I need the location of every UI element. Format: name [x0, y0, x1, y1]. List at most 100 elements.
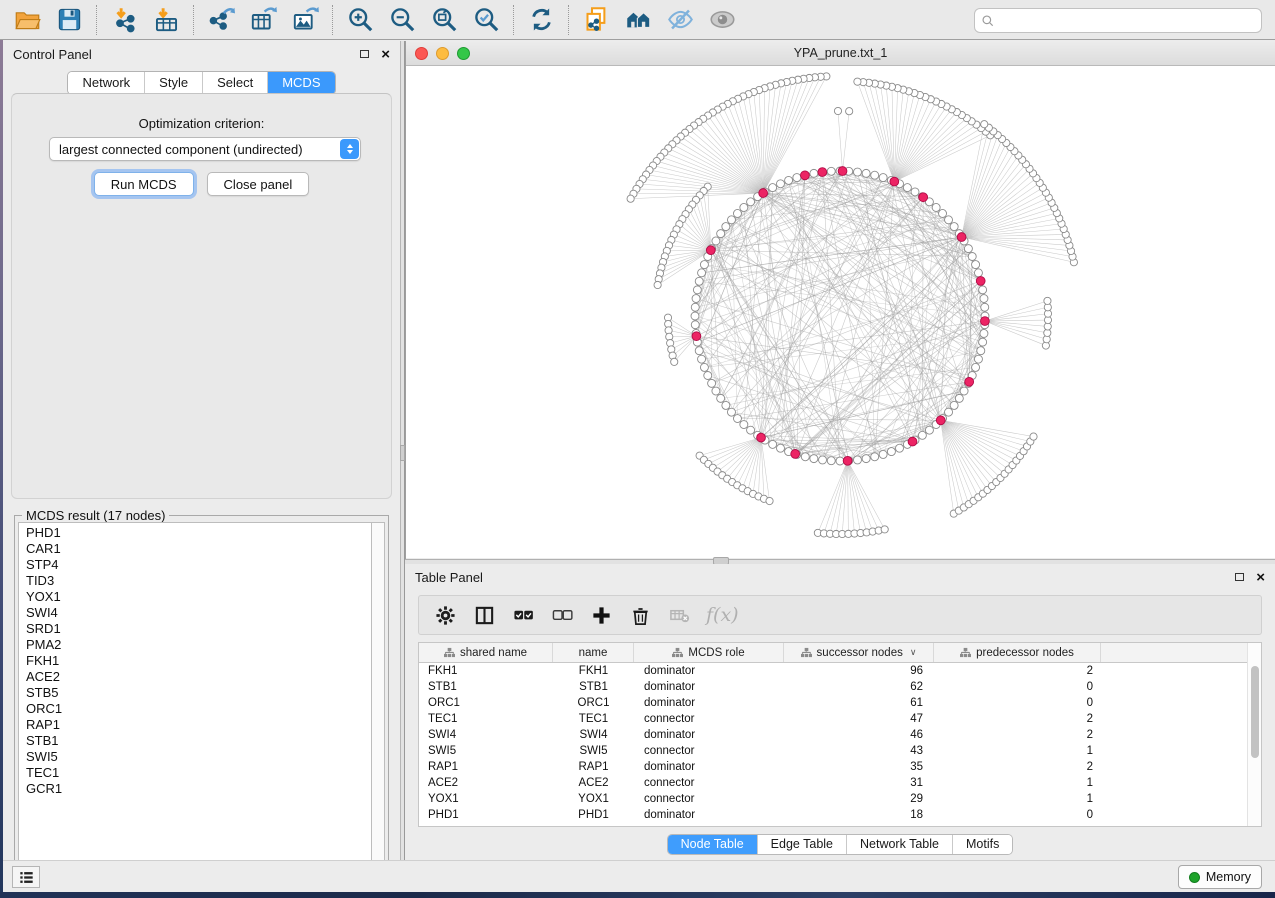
network-node[interactable] — [698, 355, 706, 363]
network-node[interactable] — [717, 394, 725, 402]
mcds-result-item[interactable]: TEC1 — [26, 765, 371, 781]
mcds-result-item[interactable]: CAR1 — [26, 541, 371, 557]
network-node[interactable] — [945, 408, 953, 416]
network-node[interactable] — [977, 347, 985, 355]
network-node[interactable] — [704, 372, 712, 380]
network-node[interactable] — [979, 338, 987, 346]
import-table-button[interactable] — [145, 3, 187, 37]
mcds-hub-node[interactable] — [818, 168, 827, 177]
mcds-hub-node[interactable] — [791, 450, 800, 459]
network-node[interactable] — [980, 329, 988, 337]
network-node[interactable] — [981, 303, 989, 311]
network-node[interactable] — [968, 252, 976, 260]
network-node[interactable] — [693, 286, 701, 294]
mcds-hub-node[interactable] — [976, 277, 985, 286]
deselect-all-button[interactable] — [550, 603, 574, 627]
network-node[interactable] — [896, 444, 904, 452]
network-node[interactable] — [747, 198, 755, 206]
mcds-result-item[interactable]: SWI5 — [26, 749, 371, 765]
network-node[interactable] — [903, 184, 911, 192]
network-node[interactable] — [827, 167, 835, 175]
network-node[interactable] — [722, 401, 730, 409]
column-header[interactable]: successor nodes∨ — [784, 643, 934, 662]
tab-node-table[interactable]: Node Table — [668, 835, 758, 854]
close-panel-icon[interactable]: × — [381, 47, 390, 62]
window-minimize-button[interactable] — [436, 47, 449, 60]
network-node[interactable] — [950, 223, 958, 231]
first-neighbors-button[interactable] — [617, 3, 659, 37]
tab-select[interactable]: Select — [203, 72, 268, 94]
network-node[interactable] — [911, 188, 919, 196]
network-node[interactable] — [747, 426, 755, 434]
function-builder-button[interactable]: f(x) — [706, 604, 739, 626]
network-node[interactable] — [980, 295, 988, 303]
select-all-button[interactable] — [511, 603, 535, 627]
result-list-scrollbar[interactable] — [372, 522, 385, 876]
open-file-button[interactable] — [6, 3, 48, 37]
network-node[interactable] — [955, 394, 963, 402]
table-row[interactable]: ORC1 ORC1 dominator 61 0 — [419, 695, 1261, 711]
tab-edge-table[interactable]: Edge Table — [758, 835, 847, 854]
network-node[interactable] — [918, 431, 926, 439]
network-node[interactable] — [981, 121, 988, 128]
network-node[interactable] — [964, 245, 972, 253]
network-node[interactable] — [925, 426, 933, 434]
network-node[interactable] — [945, 216, 953, 224]
mcds-hub-node[interactable] — [908, 437, 917, 446]
float-panel-icon[interactable] — [360, 50, 369, 58]
network-node[interactable] — [974, 355, 982, 363]
network-node[interactable] — [939, 209, 947, 217]
network-node[interactable] — [654, 281, 661, 288]
network-node[interactable] — [827, 457, 835, 465]
table-row[interactable]: STB1 STB1 dominator 62 0 — [419, 679, 1261, 695]
network-node[interactable] — [769, 184, 777, 192]
close-panel-icon[interactable]: × — [1256, 570, 1265, 585]
memory-button[interactable]: Memory — [1178, 865, 1262, 889]
network-node[interactable] — [717, 230, 725, 238]
mcds-hub-node[interactable] — [890, 177, 899, 186]
network-node[interactable] — [740, 203, 748, 211]
network-node[interactable] — [671, 358, 678, 365]
network-node[interactable] — [722, 223, 730, 231]
network-node[interactable] — [727, 408, 735, 416]
tab-motifs[interactable]: Motifs — [953, 835, 1012, 854]
network-node[interactable] — [887, 448, 895, 456]
apply-preferred-layout-button[interactable] — [520, 3, 562, 37]
run-mcds-button[interactable]: Run MCDS — [94, 172, 194, 196]
clone-network-button[interactable] — [575, 3, 617, 37]
zoom-selected-button[interactable] — [465, 3, 507, 37]
network-node[interactable] — [785, 176, 793, 184]
network-node[interactable] — [708, 379, 716, 387]
network-node[interactable] — [879, 174, 887, 182]
mcds-result-item[interactable]: STB5 — [26, 685, 371, 701]
scrollbar-thumb[interactable] — [1251, 666, 1259, 758]
table-row[interactable]: RAP1 RAP1 dominator 35 2 — [419, 759, 1261, 775]
network-node[interactable] — [871, 453, 879, 461]
mcds-hub-node[interactable] — [706, 246, 715, 255]
gear-button[interactable] — [433, 603, 457, 627]
network-node[interactable] — [834, 107, 841, 114]
network-node[interactable] — [1044, 297, 1051, 304]
network-node[interactable] — [627, 195, 634, 202]
mcds-result-item[interactable]: PMA2 — [26, 637, 371, 653]
mcds-result-item[interactable]: YOX1 — [26, 589, 371, 605]
network-node[interactable] — [691, 321, 699, 329]
save-session-button[interactable] — [48, 3, 90, 37]
network-node[interactable] — [766, 497, 773, 504]
table-scrollbar[interactable] — [1247, 643, 1261, 826]
delete-row-button[interactable] — [628, 603, 652, 627]
network-node[interactable] — [700, 261, 708, 269]
mcds-hub-node[interactable] — [936, 416, 945, 425]
network-node[interactable] — [733, 209, 741, 217]
search-input[interactable] — [999, 14, 1255, 28]
network-node[interactable] — [695, 347, 703, 355]
add-row-button[interactable] — [589, 603, 613, 627]
zoom-fit-button[interactable] — [423, 3, 465, 37]
hide-selected-button[interactable] — [659, 3, 701, 37]
mcds-hub-node[interactable] — [692, 332, 701, 341]
export-image-button[interactable] — [284, 3, 326, 37]
network-node[interactable] — [846, 108, 853, 115]
network-node[interactable] — [1030, 433, 1037, 440]
network-node[interactable] — [972, 363, 980, 371]
network-node[interactable] — [819, 456, 827, 464]
